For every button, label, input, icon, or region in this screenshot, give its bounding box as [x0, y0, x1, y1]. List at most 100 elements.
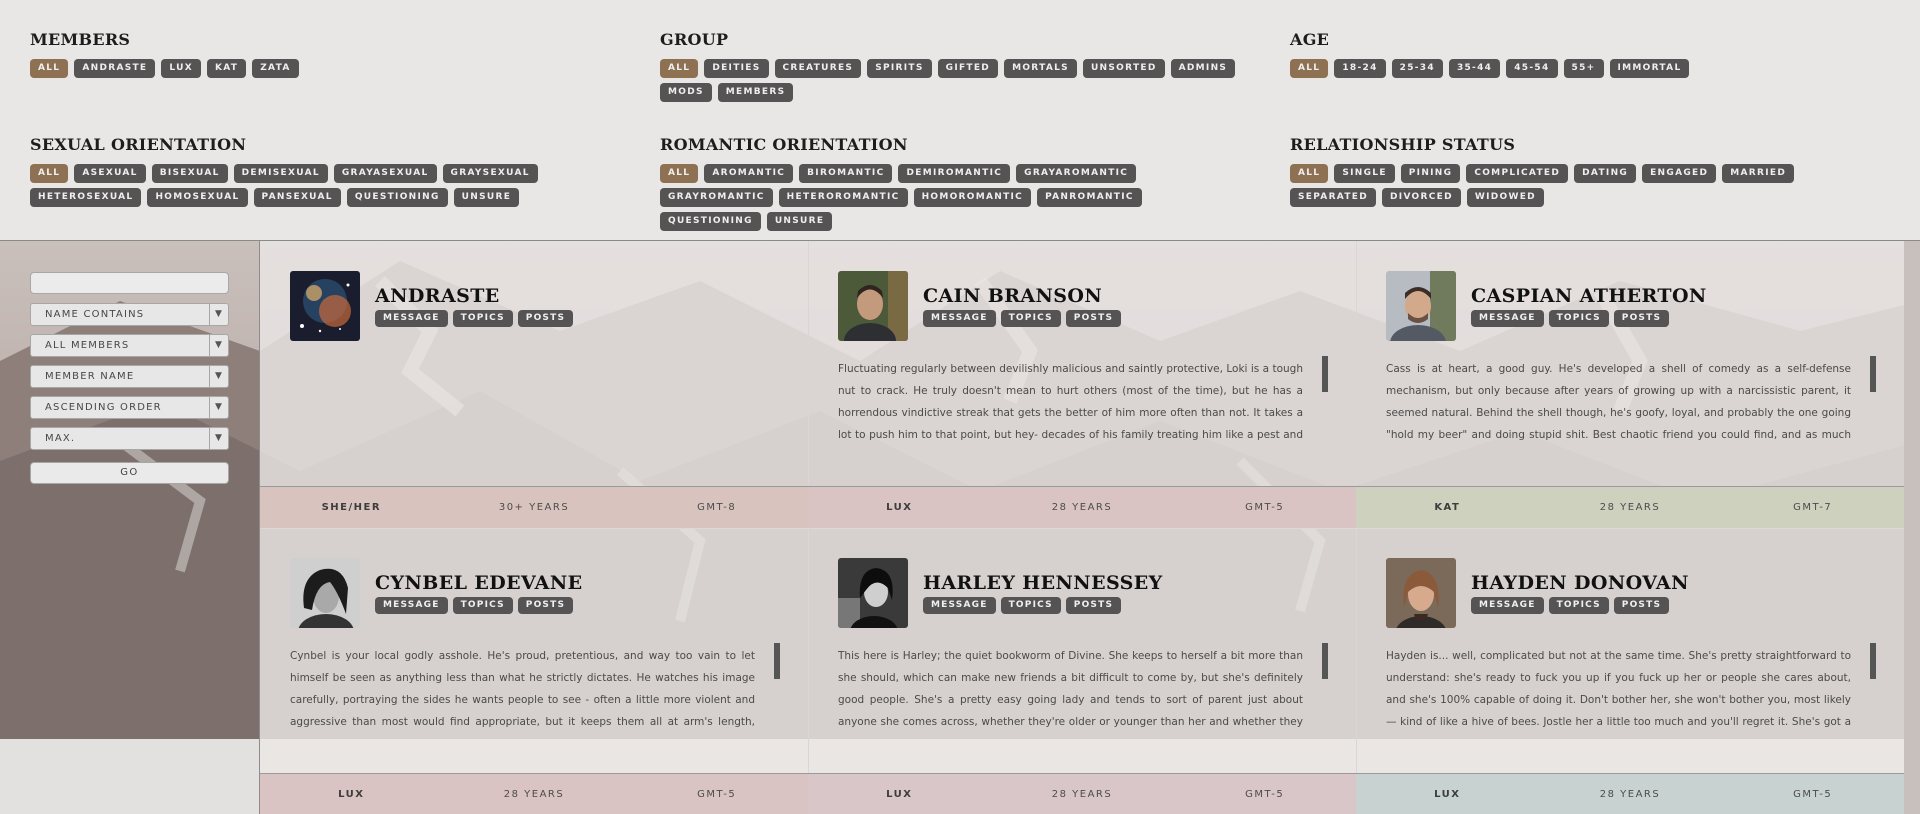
filter-tag-age[interactable]: 45-54 [1506, 59, 1558, 78]
member-name[interactable]: HAYDEN DONOVAN [1471, 572, 1689, 594]
sort-by-select[interactable]: MEMBER NAME ▼ [30, 365, 229, 388]
topics-button[interactable]: TOPICS [1000, 597, 1061, 614]
filter-tag-sexual[interactable]: ASEXUAL [74, 164, 146, 183]
filter-tag-age[interactable]: 35-44 [1448, 59, 1501, 78]
filter-tag-sexual[interactable]: UNSURE [453, 188, 520, 207]
filter-tag-group[interactable]: DEITIES [704, 59, 769, 78]
topics-button[interactable]: TOPICS [1548, 310, 1609, 327]
posts-button[interactable]: POSTS [517, 597, 574, 614]
avatar[interactable] [838, 271, 908, 341]
filter-tag-romantic[interactable]: PANROMANTIC [1037, 188, 1142, 207]
name-filter-select[interactable]: NAME CONTAINS ▼ [30, 303, 229, 326]
filter-tag-relationship[interactable]: WIDOWED [1466, 188, 1544, 207]
filter-tag-relationship[interactable]: COMPLICATED [1466, 164, 1569, 183]
filter-tag-relationship[interactable]: MARRIED [1722, 164, 1795, 183]
bio-scrollbar[interactable] [1322, 356, 1328, 392]
filter-tag-relationship[interactable]: SINGLE [1334, 164, 1395, 183]
filter-tag-romantic[interactable]: GRAYAROMANTIC [1016, 164, 1137, 183]
filter-tag-romantic[interactable]: HOMOROMANTIC [913, 188, 1032, 207]
filter-tag-group[interactable]: GIFTED [937, 59, 999, 78]
filter-tag-group[interactable]: UNSORTED [1082, 59, 1165, 78]
filter-tag-age[interactable]: ALL [1290, 59, 1329, 78]
avatar[interactable] [290, 558, 360, 628]
filter-tag-sexual[interactable]: PANSEXUAL [253, 188, 341, 207]
filter-tag-members[interactable]: LUX [161, 59, 201, 78]
filter-tag-romantic[interactable]: AROMANTIC [704, 164, 794, 183]
bio-scrollbar[interactable] [1870, 356, 1876, 392]
filter-tag-relationship[interactable]: SEPARATED [1290, 188, 1377, 207]
filter-tag-age[interactable]: 55+ [1563, 59, 1604, 78]
filter-tag-sexual[interactable]: GRAYASEXUAL [333, 164, 437, 183]
avatar[interactable] [1386, 558, 1456, 628]
message-button[interactable]: MESSAGE [1471, 597, 1544, 614]
bio-scrollbar[interactable] [1322, 643, 1328, 679]
filter-tag-members[interactable]: ANDRASTE [74, 59, 156, 78]
topics-button[interactable]: TOPICS [452, 310, 513, 327]
filter-tag-relationship[interactable]: ALL [1290, 164, 1329, 183]
filter-tag-romantic[interactable]: ALL [660, 164, 699, 183]
filter-tag-sexual[interactable]: DEMISEXUAL [233, 164, 328, 183]
posts-button[interactable]: POSTS [1065, 310, 1122, 327]
filter-tag-sexual[interactable]: QUESTIONING [346, 188, 448, 207]
message-button[interactable]: MESSAGE [923, 310, 996, 327]
filter-tag-relationship[interactable]: DIVORCED [1382, 188, 1461, 207]
topics-button[interactable]: TOPICS [1000, 310, 1061, 327]
bio-scrollbar[interactable] [774, 643, 780, 679]
filter-tag-relationship[interactable]: ENGAGED [1642, 164, 1717, 183]
filter-tag-romantic[interactable]: UNSURE [766, 212, 833, 231]
avatar[interactable] [1386, 271, 1456, 341]
filter-tag-sexual[interactable]: HETEROSEXUAL [30, 188, 142, 207]
filter-tag-romantic[interactable]: QUESTIONING [660, 212, 761, 231]
member-name[interactable]: CASPIAN ATHERTON [1471, 285, 1707, 307]
bio-scrollbar[interactable] [1870, 643, 1876, 679]
filter-tag-members[interactable]: KAT [206, 59, 247, 78]
avatar[interactable] [290, 271, 360, 341]
filter-tag-sexual[interactable]: BISEXUAL [151, 164, 228, 183]
member-name[interactable]: CYNBEL EDEVANE [375, 572, 582, 594]
member-name[interactable]: CAIN BRANSON [923, 285, 1102, 307]
topics-button[interactable]: TOPICS [452, 597, 513, 614]
filter-tag-members[interactable]: ALL [30, 59, 69, 78]
filter-tag-group[interactable]: MODS [660, 83, 712, 102]
member-card-body: CASPIAN ATHERTON MESSAGE TOPICS POSTS Cass i… [1356, 241, 1904, 486]
go-button[interactable]: GO [30, 462, 229, 484]
filter-tag-sexual[interactable]: GRAYSEXUAL [442, 164, 538, 183]
posts-button[interactable]: POSTS [1613, 597, 1670, 614]
posts-button[interactable]: POSTS [517, 310, 574, 327]
page-scrollbar[interactable] [1904, 241, 1920, 814]
filter-tag-romantic[interactable]: BIROMANTIC [799, 164, 893, 183]
filter-tag-sexual[interactable]: HOMOSEXUAL [147, 188, 248, 207]
results-count-select[interactable]: MAX. ▼ [30, 427, 229, 450]
sort-by-value: MEMBER NAME [45, 371, 135, 382]
filter-tag-group[interactable]: MORTALS [1004, 59, 1077, 78]
posts-button[interactable]: POSTS [1065, 597, 1122, 614]
message-button[interactable]: MESSAGE [1471, 310, 1544, 327]
filter-tag-romantic[interactable]: DEMIROMANTIC [898, 164, 1011, 183]
filter-tag-romantic[interactable]: GRAYROMANTIC [660, 188, 773, 207]
message-button[interactable]: MESSAGE [375, 597, 448, 614]
filter-tag-age[interactable]: 18-24 [1334, 59, 1386, 78]
message-button[interactable]: MESSAGE [375, 310, 448, 327]
search-input[interactable] [30, 272, 229, 294]
member-stats: LUX 28 YEARS GMT-5 [808, 486, 1356, 529]
filter-tag-group[interactable]: ALL [660, 59, 699, 78]
avatar[interactable] [838, 558, 908, 628]
filter-tag-group[interactable]: SPIRITS [867, 59, 932, 78]
filter-tag-relationship[interactable]: DATING [1574, 164, 1637, 183]
filter-tag-relationship[interactable]: PINING [1400, 164, 1461, 183]
topics-button[interactable]: TOPICS [1548, 597, 1609, 614]
member-name[interactable]: HARLEY HENNESSEY [923, 572, 1163, 594]
filter-tag-members[interactable]: ZATA [252, 59, 299, 78]
filter-tag-group[interactable]: CREATURES [774, 59, 862, 78]
posts-button[interactable]: POSTS [1613, 310, 1670, 327]
filter-tag-age[interactable]: 25-34 [1391, 59, 1443, 78]
filter-tag-sexual[interactable]: ALL [30, 164, 69, 183]
filter-tag-group[interactable]: ADMINS [1170, 59, 1236, 78]
sort-order-select[interactable]: ASCENDING ORDER ▼ [30, 396, 229, 419]
filter-tag-group[interactable]: MEMBERS [717, 83, 794, 102]
filter-tag-romantic[interactable]: HETEROROMANTIC [778, 188, 908, 207]
member-name[interactable]: ANDRASTE [375, 285, 500, 307]
message-button[interactable]: MESSAGE [923, 597, 996, 614]
group-select[interactable]: ALL MEMBERS ▼ [30, 334, 229, 357]
filter-tag-age[interactable]: IMMORTAL [1609, 59, 1690, 78]
